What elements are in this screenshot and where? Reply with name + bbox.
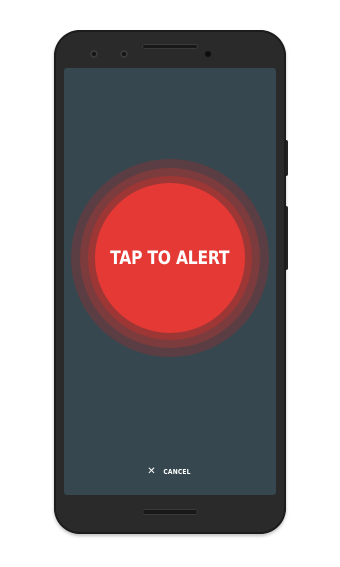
app-screen: TAP TO ALERT ✕ CANCEL [64,68,276,495]
front-camera [205,51,211,57]
light-sensor [120,50,128,58]
page: TAP TO ALERT ✕ CANCEL [0,0,340,567]
cancel-label: CANCEL [163,468,191,476]
cancel-button[interactable]: ✕ CANCEL [64,467,276,477]
alert-button-label: TAP TO ALERT [110,247,230,269]
proximity-sensor [90,50,98,58]
close-icon: ✕ [147,466,156,477]
bottom-speaker [142,509,198,515]
earpiece-speaker [142,44,198,49]
tap-to-alert-button[interactable]: TAP TO ALERT [95,183,245,333]
